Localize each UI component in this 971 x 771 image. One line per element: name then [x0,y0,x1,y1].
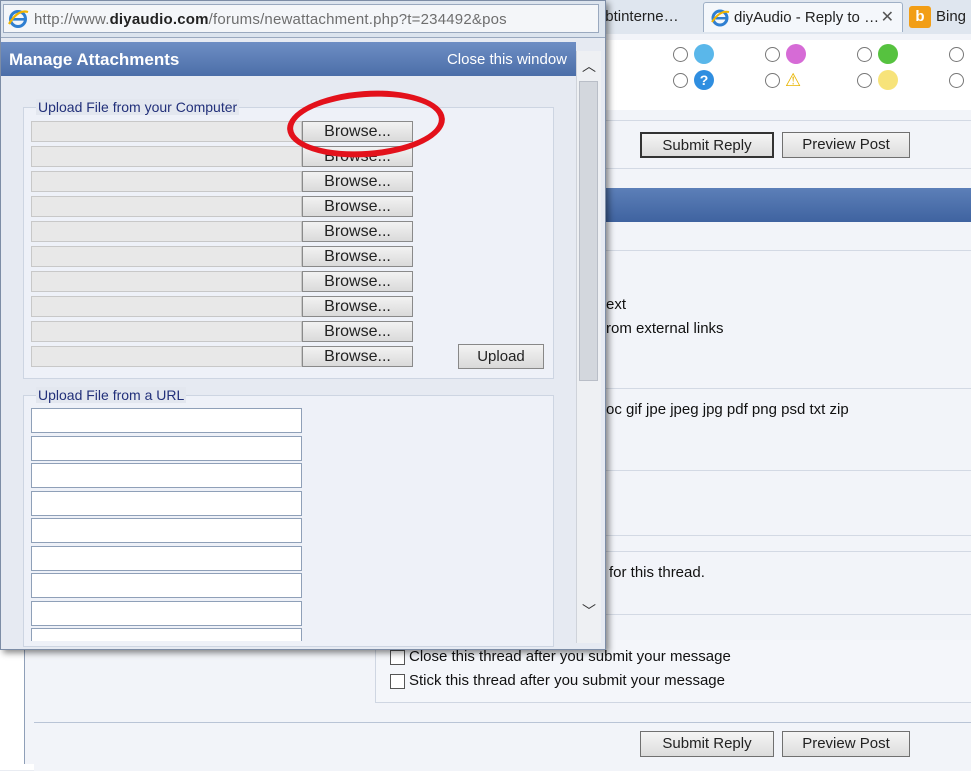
preview-post-button-bottom[interactable]: Preview Post [782,731,910,757]
url-input[interactable] [31,463,302,488]
smilie-radio[interactable] [673,73,688,88]
scroll-thumb[interactable] [579,81,598,381]
url-input[interactable] [31,628,302,641]
warning-icon: ⚠ [785,70,802,90]
url-input[interactable] [31,518,302,543]
tab-bing[interactable]: b Bing [905,2,971,32]
tab-diyaudio-reply[interactable]: diyAudio - Reply to … ✕ [703,2,903,32]
submit-reply-button-bottom[interactable]: Submit Reply [640,731,774,757]
smilie-radio[interactable] [673,47,688,62]
popup-scrollbar[interactable]: ︿ ﹀ [576,51,601,643]
bottom-button-bar: Submit Reply Preview Post [34,722,971,771]
smilies-panel: ? ⚠ [600,40,971,110]
bing-icon: b [909,6,931,29]
option-text: rom external links [606,320,724,337]
divider [600,120,971,121]
section-header-bar [600,188,971,222]
smilie-radio[interactable] [857,73,872,88]
url-input[interactable] [31,573,302,598]
option-text: ext [606,296,627,313]
smilie-wink-icon [694,44,714,64]
smilie-radio[interactable] [857,47,872,62]
smilie-radio[interactable] [949,47,964,62]
submit-reply-button-top[interactable]: Submit Reply [640,132,774,158]
close-thread-label: Close this thread after you submit your … [409,648,731,665]
tab-btinternet[interactable]: @btinterne… [590,2,700,32]
lightbulb-icon [878,70,898,90]
smilie-radio[interactable] [949,73,964,88]
divider [600,551,971,552]
valid-file-types-text: oc gif jpe jpeg jpg pdf png psd txt zip [606,401,849,418]
divider [600,250,971,251]
close-tab-icon[interactable]: ✕ [881,3,894,32]
stick-thread-label: Stick this thread after you submit your … [409,672,725,689]
divider [600,168,971,169]
divider [600,614,971,615]
scroll-down-icon[interactable]: ﹀ [579,601,599,621]
smilie-radio[interactable] [765,47,780,62]
divider [600,388,971,389]
url-input[interactable] [31,490,302,516]
ie-icon [711,9,730,27]
preview-post-button-top[interactable]: Preview Post [782,132,910,158]
scroll-up-icon[interactable]: ︿ [579,56,599,76]
divider [600,535,971,536]
url-input[interactable] [31,600,302,626]
smilie-grin-icon [878,44,898,64]
divider [600,470,971,471]
url-input[interactable] [31,408,302,433]
question-icon: ? [694,70,714,90]
close-thread-checkbox[interactable] [390,650,405,665]
manage-attachments-window: http://www.diyaudio.com/forums/newattach… [0,0,606,650]
smilie-radio[interactable] [765,73,780,88]
thread-option-text: for this thread. [609,564,705,581]
url-input[interactable] [31,435,302,461]
smilie-purple-icon [786,44,806,64]
stick-thread-checkbox[interactable] [390,674,405,689]
url-input[interactable] [31,545,302,571]
